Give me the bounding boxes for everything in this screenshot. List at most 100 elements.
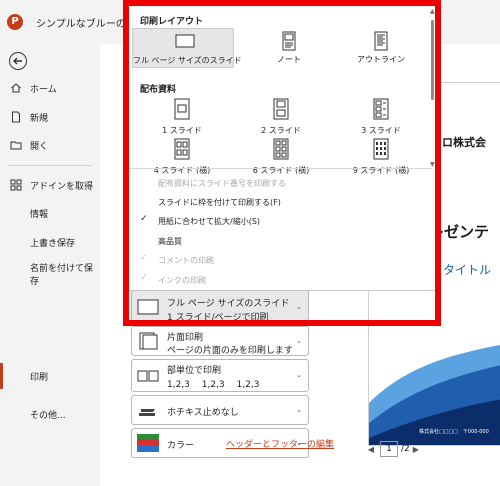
- checkmark-icon: ✓: [140, 214, 148, 224]
- sides-line2: ページの片面のみを印刷します: [167, 346, 293, 356]
- handout-3-slides-icon: [373, 98, 389, 120]
- preview-footer-text: 株式会社□□□□ 〒000-000: [419, 429, 489, 435]
- layout-option-label: ノート: [277, 55, 301, 64]
- collated-icon: [137, 370, 159, 382]
- chevron-down-icon: ⌄: [296, 337, 302, 345]
- color-line1: カラー: [167, 441, 195, 451]
- next-page-icon[interactable]: ▶: [410, 445, 422, 454]
- handout-6-slides-option[interactable]: 6 スライド (横): [236, 138, 326, 176]
- handout-option-label: 1 スライド: [162, 126, 202, 135]
- current-page-input[interactable]: 1: [380, 441, 398, 457]
- powerpoint-logo: P: [7, 14, 23, 30]
- checkmark-icon: ✓: [140, 253, 148, 263]
- handout-1-slide-icon: [174, 98, 190, 120]
- collate-dropdown[interactable]: 部単位で印刷 1,2,3 1,2,3 1,2,3 ⌄: [131, 359, 309, 392]
- sidebar-item-label: その他...: [30, 410, 66, 421]
- sidebar-item-label: 開く: [30, 141, 49, 152]
- handouts-heading: 配布資料: [140, 85, 177, 95]
- chevron-down-icon: ⌄: [296, 406, 302, 414]
- outline-page-icon: [374, 31, 388, 51]
- sides-line1: 片面印刷: [167, 333, 204, 343]
- handout-3-slides-option[interactable]: 3 スライド: [336, 98, 426, 136]
- scroll-up-icon[interactable]: ▲: [430, 8, 435, 15]
- print-layout-dropdown[interactable]: フル ページ サイズのスライド 1 スライド/ページで印刷 ⌄: [131, 290, 309, 324]
- handout-4-slides-icon: [174, 138, 190, 160]
- high-quality-option[interactable]: 高品質: [158, 236, 182, 247]
- menu-scrollbar[interactable]: ▲ ▼: [430, 8, 436, 168]
- handout-2-slides-icon: [273, 98, 289, 120]
- sidebar-item-label: 印刷: [30, 372, 49, 383]
- handout-6-slides-icon: [273, 138, 289, 160]
- handout-4-slides-option[interactable]: 4 スライド (横): [137, 138, 227, 176]
- page-total: /2: [401, 444, 410, 454]
- preview-subtitle-text: タイトル: [443, 263, 492, 277]
- sidebar-item-get-addins[interactable]: アドインを取得: [0, 173, 100, 197]
- layout-line2: 1 スライド/ページで印刷: [167, 313, 269, 323]
- chevron-down-icon: ⌄: [296, 371, 302, 379]
- folder-open-icon: [10, 139, 22, 151]
- print-layout-heading: 印刷レイアウト: [140, 17, 204, 27]
- sidebar-item-open[interactable]: 開く: [0, 133, 100, 157]
- new-file-icon: [10, 111, 22, 123]
- sidebar-item-home[interactable]: ホーム: [0, 76, 100, 100]
- layout-line1: フル ページ サイズのスライド: [167, 299, 290, 309]
- menu-divider: [128, 168, 432, 169]
- sidebar-item-label: ホーム: [30, 84, 57, 95]
- previous-page-icon[interactable]: ◀: [365, 445, 377, 454]
- scrollbar-thumb[interactable]: [431, 20, 434, 100]
- print-slide-numbers-option: 配布資料にスライド番号を印刷する: [158, 179, 286, 188]
- handout-option-label: 9 スライド (横): [352, 166, 410, 175]
- chevron-down-icon: ⌄: [296, 303, 302, 311]
- edit-header-footer-link[interactable]: ヘッダーとフッターの編集: [226, 437, 334, 450]
- scale-to-fit-option[interactable]: 用紙に合わせて拡大/縮小(S): [158, 216, 260, 227]
- color-swatch-icon: [137, 434, 159, 452]
- sidebar-item-more[interactable]: その他...: [0, 402, 100, 426]
- staple-line1: ホチキス止めなし: [167, 408, 239, 418]
- home-icon: [10, 82, 22, 94]
- sidebar-item-label: 情報: [30, 209, 49, 220]
- print-layout-menu: 印刷レイアウト フル ページ サイズのスライド ノート アウトライン 配布資料 …: [127, 3, 439, 291]
- handout-option-label: 2 スライド: [261, 126, 301, 135]
- layout-notes-option[interactable]: ノート: [244, 28, 334, 68]
- notes-page-icon: [282, 31, 296, 51]
- full-page-slide-icon: [137, 299, 159, 315]
- print-ink-option: インクの印刷: [158, 276, 206, 285]
- staple-dropdown[interactable]: ホチキス止めなし ⌄: [131, 395, 309, 425]
- sidebar-item-info[interactable]: 情報: [0, 201, 100, 225]
- handout-1-slide-option[interactable]: 1 スライド: [137, 98, 227, 136]
- sidebar-item-label: 上書き保存: [30, 238, 76, 249]
- sidebar-item-save[interactable]: 上書き保存: [0, 230, 100, 254]
- handout-2-slides-option[interactable]: 2 スライド: [236, 98, 326, 136]
- sidebar-item-print[interactable]: 印刷: [0, 364, 100, 388]
- sidebar-item-new[interactable]: 新規: [0, 105, 100, 129]
- sides-dropdown[interactable]: 片面印刷 ページの片面のみを印刷します ⌄: [131, 326, 309, 356]
- layout-option-label: アウトライン: [357, 55, 405, 64]
- stapler-icon: [139, 409, 155, 416]
- page-navigator: ◀ 1 /2 ▶: [365, 440, 422, 458]
- handout-option-label: 6 スライド (横): [252, 166, 310, 175]
- sidebar-item-label: アドインを取得: [30, 181, 94, 192]
- sidebar-divider: [8, 165, 92, 166]
- preview-company-text: コロ株式会: [431, 136, 486, 149]
- full-page-slide-icon: [175, 34, 195, 48]
- collate-line1: 部単位で印刷: [167, 366, 222, 376]
- handout-9-slides-option[interactable]: 9 スライド (横): [336, 138, 426, 176]
- sidebar-item-label: 新規: [30, 113, 49, 124]
- single-sided-icon: [139, 332, 158, 350]
- checkmark-icon: ✓: [140, 273, 148, 283]
- addins-grid-icon: [10, 179, 22, 191]
- print-comments-option: コメントの印刷: [158, 256, 214, 265]
- back-arrow-icon: [13, 57, 22, 65]
- collate-line2: 1,2,3 1,2,3 1,2,3: [167, 380, 260, 390]
- layout-full-page-option[interactable]: フル ページ サイズのスライド: [132, 28, 242, 68]
- layout-option-label: フル ページ サイズのスライド: [133, 56, 242, 65]
- scroll-down-icon[interactable]: ▼: [430, 161, 435, 168]
- handout-option-label: 4 スライド (横): [153, 166, 211, 175]
- layout-outline-option[interactable]: アウトライン: [336, 28, 426, 68]
- back-button[interactable]: [9, 52, 27, 70]
- sidebar-item-save-as[interactable]: 名前を付けて保存: [30, 263, 96, 289]
- handout-9-slides-icon: [373, 138, 389, 160]
- frame-slides-option[interactable]: スライドに枠を付けて印刷する(F): [158, 197, 281, 208]
- handout-option-label: 3 スライド: [361, 126, 401, 135]
- document-title: シンプルなブルーのPowe: [36, 19, 128, 30]
